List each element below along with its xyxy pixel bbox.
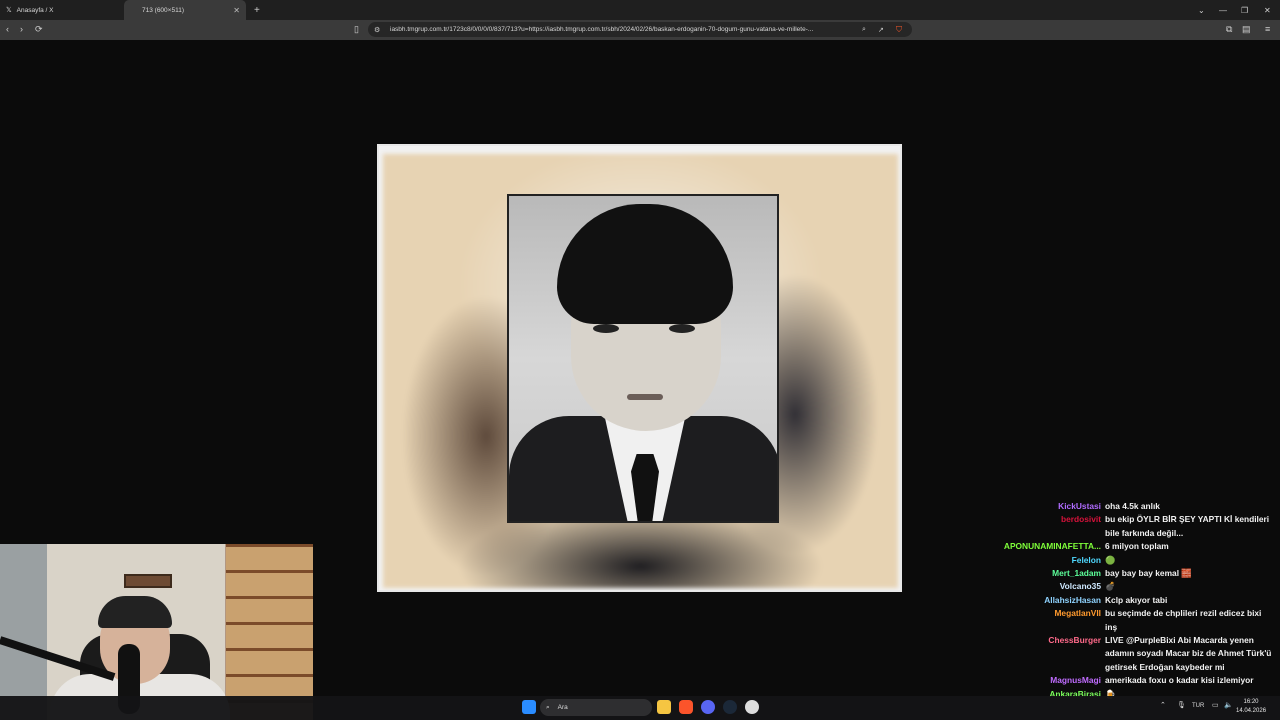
chat-user: Felelon — [1071, 554, 1101, 565]
chat-text: bu seçimde de chplileri rezil edicez bix… — [1105, 608, 1262, 632]
chat-user: ChessBurger — [1048, 635, 1101, 646]
chat-overlay: KickUstasi oha 4.5k anlık berdosivit bu ek… — [960, 500, 1280, 701]
brave-browser-icon[interactable] — [679, 700, 693, 714]
windows-start-icon[interactable] — [522, 700, 536, 714]
webcam-overlay — [0, 544, 313, 720]
chat-text: bu ekip ÖYLR BİR ŞEY YAPTI Kİ kendileri … — [1105, 514, 1270, 538]
system-clock[interactable]: 16:20 14.04.2026 — [1236, 698, 1266, 716]
language-indicator[interactable]: TUR — [1192, 703, 1204, 709]
chat-message: APONUNAMINAFETTA... 6 milyon toplam — [960, 540, 1280, 553]
right-eye — [669, 324, 695, 333]
new-tab-button[interactable]: + — [254, 5, 260, 16]
chat-text: 💣 — [1105, 581, 1116, 592]
steam-icon[interactable] — [723, 700, 737, 714]
search-placeholder: Ara — [557, 704, 568, 711]
chat-message: Volcano35 💣 — [960, 580, 1280, 593]
chevron-up-icon[interactable]: ⌃ — [1160, 701, 1166, 709]
tab-anasayfa[interactable]: 𝕏 Anasayfa / X — [0, 0, 120, 20]
brave-shield-icon[interactable]: ⛉ — [896, 25, 902, 35]
tab-title: 713 (600×511) — [142, 6, 184, 14]
chat-text: amerikada foxu o kadar kisi izlemiyor — [1105, 675, 1254, 686]
chat-text: LIVE @PurpleBixi Abi Macarda yenen adamı… — [1105, 635, 1272, 672]
chat-message: berdosivit bu ekip ÖYLR BİR ŞEY YAPTI Kİ … — [960, 513, 1280, 540]
site-info-icon[interactable]: ⚙ — [374, 26, 380, 34]
chat-message: ChessBurger LIVE @PurpleBixi Abi Macarda … — [960, 634, 1280, 674]
chat-user: MagnusMagi — [1050, 675, 1101, 686]
sidebar-icon[interactable]: ▤ — [1242, 24, 1251, 35]
cap — [98, 596, 172, 628]
chat-text: oha 4.5k anlık — [1105, 501, 1160, 511]
chat-user: Mert_1adam — [1052, 568, 1101, 579]
hair — [557, 204, 733, 324]
menu-icon[interactable]: ≡ — [1265, 24, 1270, 34]
chat-user: APONUNAMINAFETTA... — [1003, 541, 1101, 552]
minimize-icon[interactable]: — — [1219, 0, 1227, 20]
bookshelf — [226, 544, 313, 720]
chat-text: 6 milyon toplam — [1105, 541, 1169, 552]
displayed-image[interactable] — [377, 144, 902, 592]
taskbar: ⌕ Ara ⌃ 🎙 TUR ▭ 🔈 16:20 14.04.2026 — [0, 696, 1280, 720]
taskbar-search[interactable]: ⌕ Ara — [540, 699, 652, 716]
tab-bar: 𝕏 Anasayfa / X 713 (600×511) ✕ + ⌄ — ❐ ✕ — [0, 0, 1280, 20]
chat-user: MegatlanVII — [1054, 608, 1101, 619]
tab-title: Anasayfa / X — [16, 6, 54, 14]
reload-icon[interactable]: ⟳ — [35, 24, 43, 35]
back-icon[interactable]: ‹ — [6, 24, 9, 34]
chat-message: MagnusMagi amerikada foxu o kadar kisi iz… — [960, 674, 1280, 687]
close-tab-icon[interactable]: ✕ — [233, 6, 240, 15]
portrait-photo — [507, 194, 779, 523]
restore-icon[interactable]: ❐ — [1241, 0, 1248, 20]
chat-message: MegatlanVII bu seçimde de chplileri rezil… — [960, 607, 1280, 634]
x-logo-icon: 𝕏 — [6, 7, 12, 14]
chat-message: AllahsizHasan Kclp akıyor tabi — [960, 594, 1280, 607]
left-eye — [593, 324, 619, 333]
clock-date: 14.04.2026 — [1236, 708, 1267, 714]
extensions-icon[interactable]: ⧉ — [1226, 24, 1232, 35]
network-icon[interactable]: ▭ — [1212, 701, 1219, 709]
chat-user: Volcano35 — [1059, 581, 1101, 592]
chat-message: Felelon 🟢 — [960, 554, 1280, 567]
wall-painting — [124, 574, 172, 588]
bookmark-icon[interactable]: ▯ — [354, 24, 359, 35]
microphone-icon[interactable]: 🎙 — [1177, 701, 1186, 709]
chat-user: berdosivit — [1060, 514, 1101, 525]
chat-message: Mert_1adam bay bay bay kemal 🧱 — [960, 567, 1280, 580]
chevron-down-icon[interactable]: ⌄ — [1198, 0, 1205, 20]
discord-icon[interactable] — [701, 700, 715, 714]
chat-text: bay bay bay kemal 🧱 — [1105, 568, 1192, 579]
chat-text: 🟢 — [1105, 554, 1116, 565]
tab-image[interactable]: 713 (600×511) ✕ — [124, 0, 246, 20]
obs-icon[interactable] — [745, 700, 759, 714]
chat-message: KickUstasi oha 4.5k anlık — [960, 500, 1280, 513]
forward-icon[interactable]: › — [20, 24, 23, 34]
chat-user: AllahsizHasan — [1044, 594, 1101, 605]
search-icon: ⌕ — [546, 703, 550, 711]
close-window-icon[interactable]: ✕ — [1264, 0, 1271, 20]
url-text[interactable]: iasbh.tmgrup.com.tr/1723c8/0/0/0/0/837/7… — [390, 26, 860, 33]
mouth — [627, 394, 663, 400]
chat-text: Kclp akıyor tabi — [1105, 594, 1168, 605]
file-explorer-icon[interactable] — [657, 700, 671, 714]
zoom-icon[interactable]: ⌕ — [862, 26, 866, 34]
chat-user: KickUstasi — [1058, 501, 1101, 511]
share-icon[interactable]: ↗ — [878, 26, 884, 34]
clock-time: 16:20 — [1243, 699, 1259, 705]
volume-icon[interactable]: 🔈 — [1224, 701, 1233, 709]
address-bar[interactable]: ⚙ iasbh.tmgrup.com.tr/1723c8/0/0/0/0/837… — [368, 22, 912, 37]
